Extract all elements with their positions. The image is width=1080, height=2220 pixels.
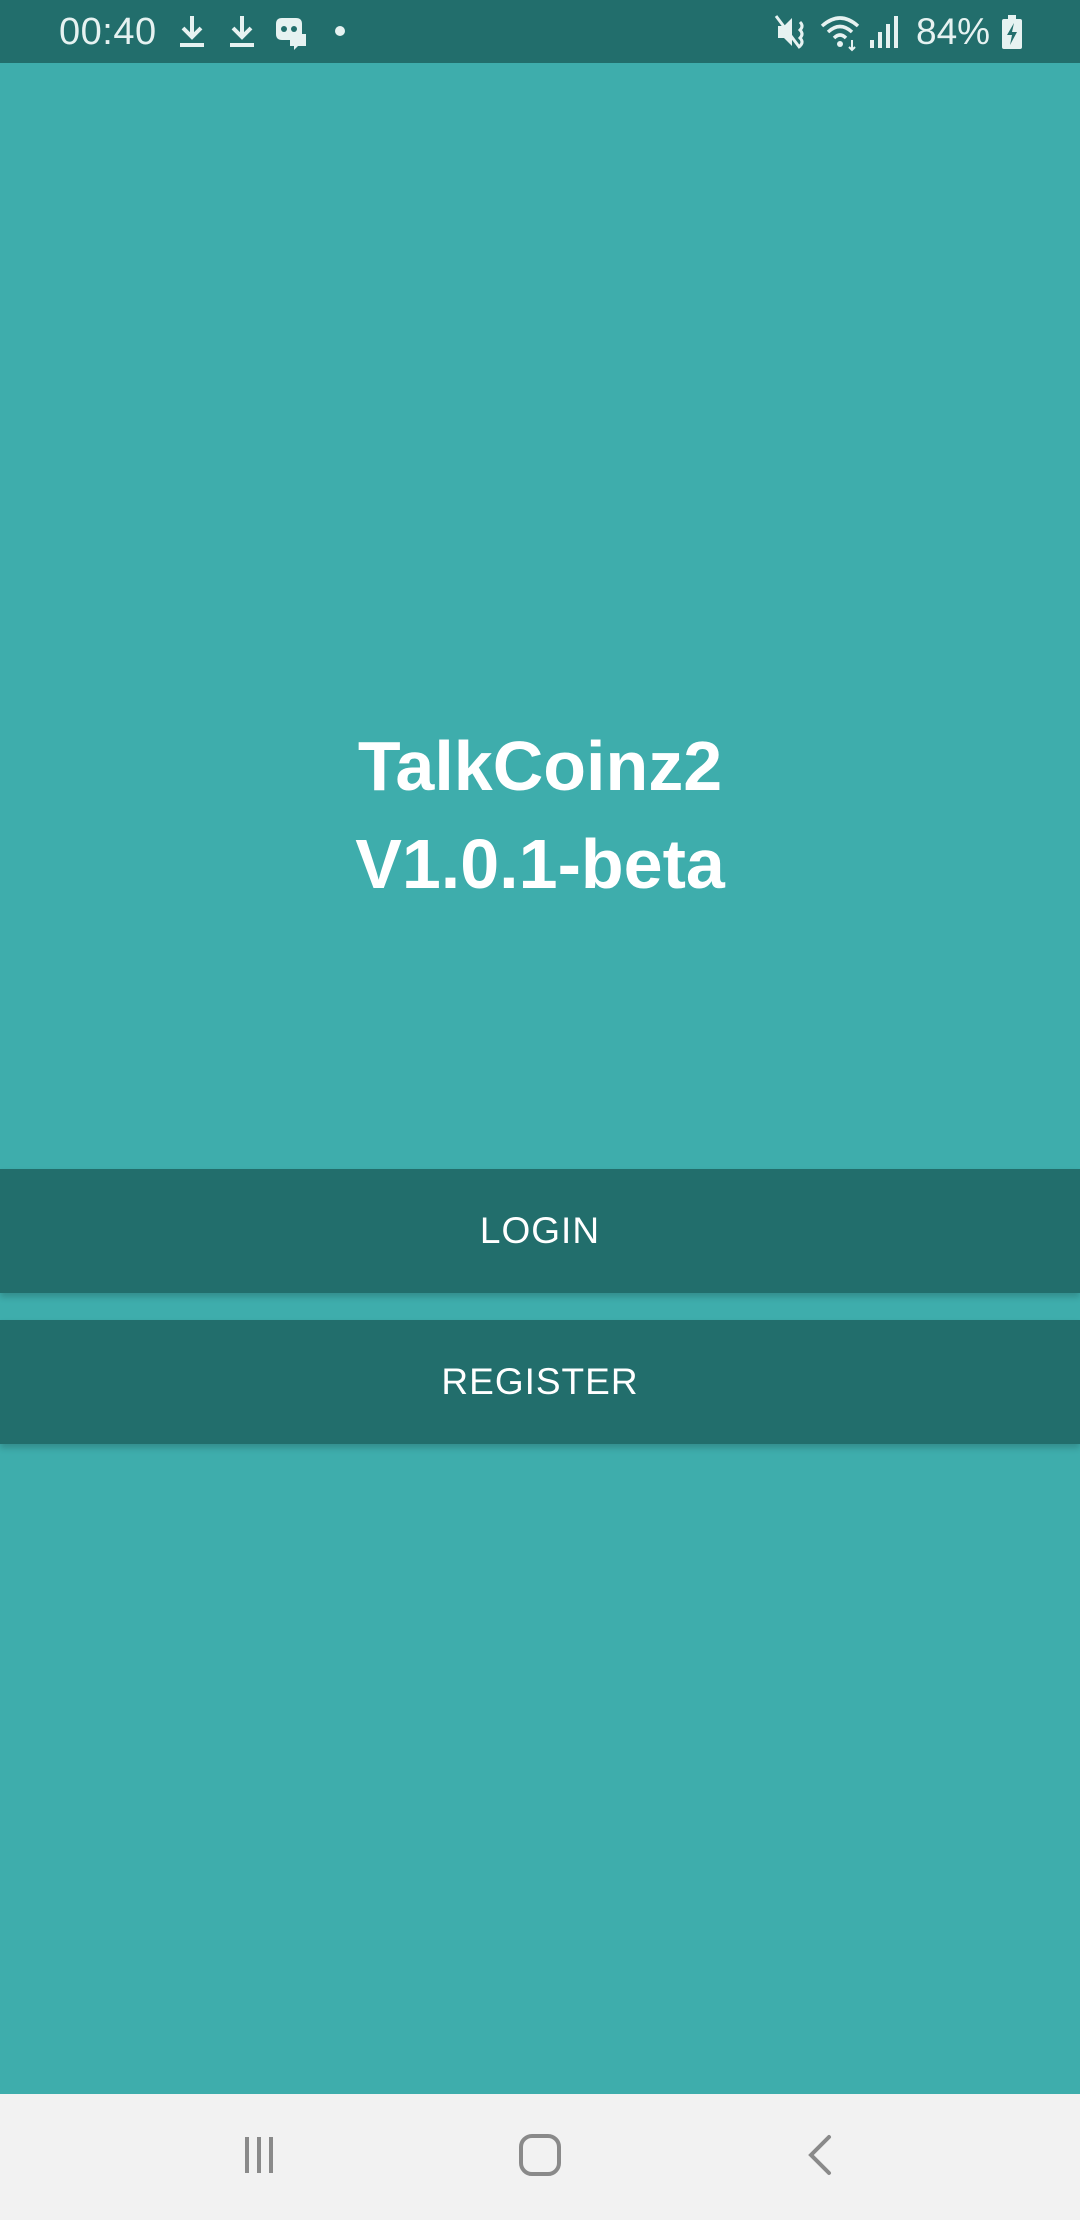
app-name: TalkCoinz2 xyxy=(357,727,723,805)
notification-dot-icon xyxy=(334,24,346,42)
status-time: 00:40 xyxy=(59,11,157,53)
battery-percent: 84% xyxy=(916,11,991,52)
recent-apps-button[interactable] xyxy=(189,2094,329,2220)
app-title: TalkCoinz2 V1.0.1-beta xyxy=(0,717,1080,913)
app-screen: 00:40 84% TalkCoinz2 V1.0.1-beta LOGIN R… xyxy=(0,0,1080,2220)
battery-charging-icon xyxy=(1000,12,1024,57)
mute-vibrate-icon xyxy=(774,12,810,57)
recent-apps-icon xyxy=(237,2133,281,2182)
status-bar: 00:40 84% xyxy=(0,0,1080,63)
game-controller-icon xyxy=(272,12,310,57)
signal-icon xyxy=(868,12,902,57)
home-icon xyxy=(516,2131,564,2184)
home-button[interactable] xyxy=(470,2094,610,2220)
navigation-bar xyxy=(0,2094,1080,2220)
app-version: V1.0.1-beta xyxy=(355,825,725,903)
back-button[interactable] xyxy=(751,2094,891,2220)
download-icon xyxy=(176,12,208,57)
register-button[interactable]: REGISTER xyxy=(0,1320,1080,1444)
download-icon xyxy=(226,12,258,57)
login-button[interactable]: LOGIN xyxy=(0,1169,1080,1293)
wifi-icon xyxy=(818,12,862,57)
back-icon xyxy=(799,2131,843,2184)
